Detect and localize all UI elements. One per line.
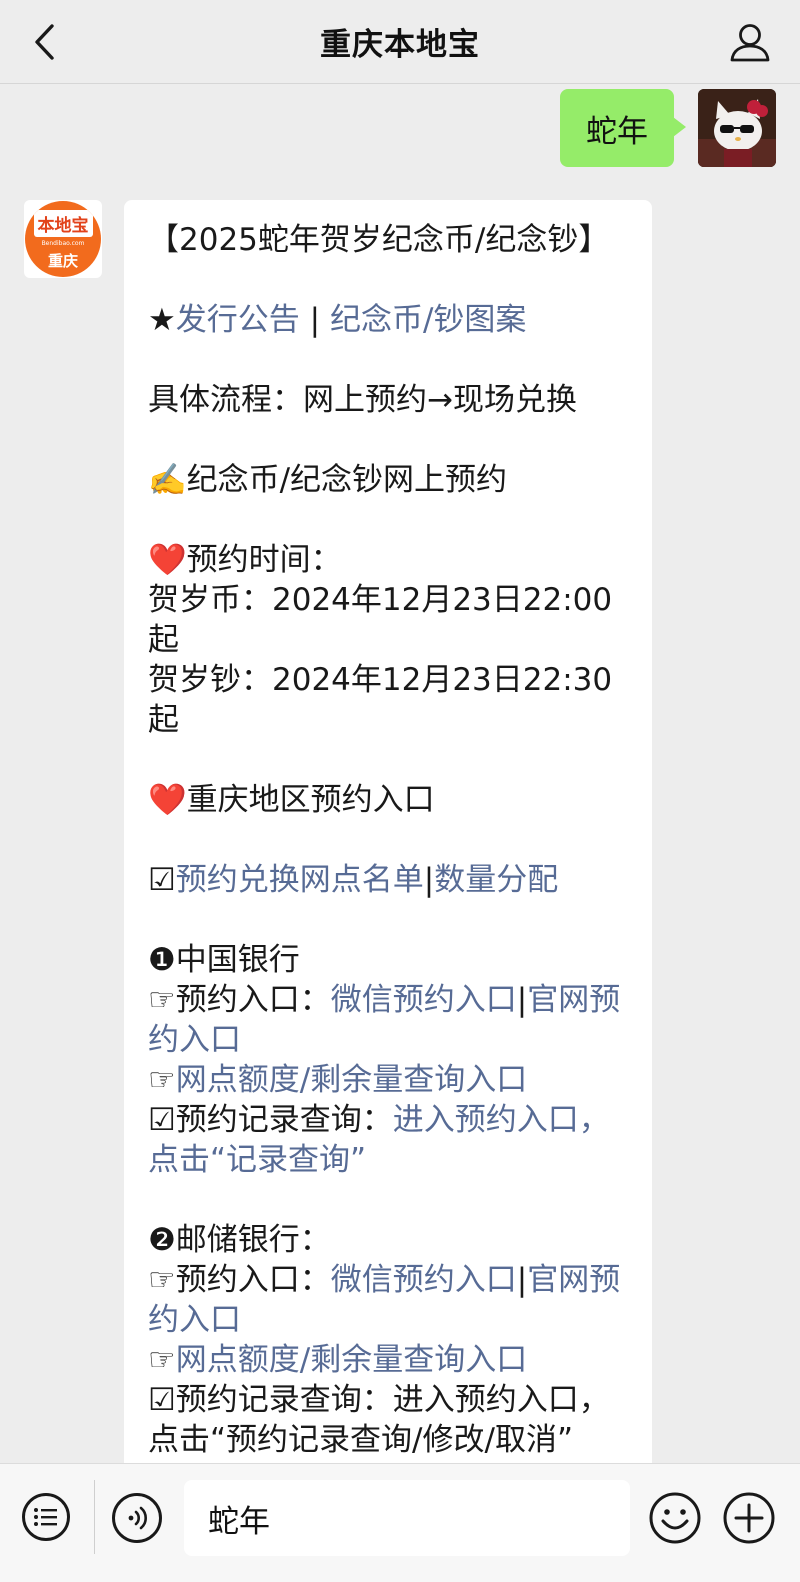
entry-label: ☞预约入口： <box>148 982 331 1018</box>
entry-label: ☞预约入口： <box>148 1262 331 1298</box>
psbc-quota-link[interactable]: 网点额度/剩余量查询入口 <box>176 1342 527 1378</box>
process-line: 具体流程：网上预约→现场兑换 <box>148 382 577 418</box>
message-title: 【2025蛇年贺岁纪念币/纪念钞】 <box>148 222 610 258</box>
star-mark: ★ <box>148 302 176 338</box>
outlet-list-link[interactable]: 预约兑换网点名单 <box>176 862 424 898</box>
outgoing-message: 蛇年 <box>560 89 776 167</box>
message-input[interactable]: 蛇年 <box>184 1480 630 1556</box>
incoming-bubble: 【2025蛇年贺岁纪念币/纪念钞】 ★发行公告 | 纪念币/钞图案 具体流程：网… <box>124 200 652 1463</box>
announcement-line: ★发行公告 | 纪念币/钞图案 <box>148 300 632 340</box>
chongqing-entry-heading: ❤️重庆地区预约入口 <box>148 782 435 818</box>
voice-button[interactable] <box>112 1493 162 1543</box>
boc-quota-link[interactable]: 网点额度/剩余量查询入口 <box>176 1062 527 1098</box>
nav-bar: 重庆本地宝 <box>0 0 800 84</box>
menu-toggle-button[interactable] <box>22 1493 70 1541</box>
input-toolbar: 蛇年 <box>0 1463 800 1582</box>
psbc-quota-line: ☞网点额度/剩余量查询入口 <box>148 1340 632 1380</box>
announcement-link[interactable]: 发行公告 <box>176 302 300 338</box>
boc-entry-line: ☞预约入口：微信预约入口|官网预约入口 <box>148 980 632 1060</box>
back-button[interactable] <box>26 22 62 62</box>
separator: | <box>516 982 528 1018</box>
boc-quota-line: ☞网点额度/剩余量查询入口 <box>148 1060 632 1100</box>
separator: | <box>423 862 435 898</box>
psbc-wechat-link[interactable]: 微信预约入口 <box>331 1262 517 1298</box>
outgoing-bubble[interactable]: 蛇年 <box>560 89 686 167</box>
psbc-entry-line: ☞预约入口：微信预约入口|官网预约入口 <box>148 1260 632 1340</box>
profile-button[interactable] <box>728 20 772 64</box>
quota-allocation-link[interactable]: 数量分配 <box>434 862 558 898</box>
outlet-list-line: ☑预约兑换网点名单|数量分配 <box>148 860 632 900</box>
toolbar-divider <box>94 1480 95 1554</box>
boc-heading: ❶中国银行 <box>148 942 300 978</box>
online-booking-heading: ✍️纪念币/纪念钞网上预约 <box>148 462 508 498</box>
logo-text: 本地宝 <box>33 209 93 237</box>
boc-wechat-link[interactable]: 微信预约入口 <box>331 982 517 1018</box>
list-menu-icon <box>34 1508 57 1526</box>
smiley-icon <box>649 1492 701 1544</box>
psbc-heading: ❷邮储银行： <box>148 1222 331 1258</box>
incoming-message: 本地宝 Bendibao.com 重庆 【2025蛇年贺岁纪念币/纪念钞】 ★发… <box>24 200 652 1463</box>
booking-time-heading: ❤️预约时间： <box>148 542 342 578</box>
checkbox-mark: ☑ <box>148 862 176 898</box>
record-label: ☑预约记录查询： <box>148 1102 393 1138</box>
note-booking-time: 贺岁钞：2024年12月23日22:30起 <box>148 662 613 738</box>
separator: | <box>299 302 330 338</box>
bendibao-logo: 本地宝 Bendibao.com 重庆 <box>25 201 101 277</box>
kitty-avatar-image <box>698 89 776 167</box>
message-list[interactable]: 蛇年 本地宝 Bendibao.com 重庆 【2025蛇年贺岁纪念币/纪念钞】… <box>0 85 800 1463</box>
hand-mark: ☞ <box>148 1062 176 1098</box>
logo-url: Bendibao.com <box>41 239 85 247</box>
separator: | <box>516 1262 528 1298</box>
person-icon <box>730 24 770 62</box>
chevron-left-icon <box>35 24 54 60</box>
plus-icon <box>723 1492 775 1544</box>
psbc-record-line: ☑预约记录查询：进入预约入口，点击“预约记录查询/修改/取消” <box>148 1382 610 1458</box>
more-button[interactable] <box>722 1491 776 1545</box>
coin-booking-time: 贺岁币：2024年12月23日22:00起 <box>148 582 613 658</box>
boc-record-line: ☑预约记录查询：进入预约入口，点击“记录查询” <box>148 1100 632 1180</box>
official-account-avatar[interactable]: 本地宝 Bendibao.com 重庆 <box>24 200 102 278</box>
logo-city: 重庆 <box>47 251 78 270</box>
user-avatar[interactable] <box>698 89 776 167</box>
emoji-button[interactable] <box>648 1491 702 1545</box>
voice-icon <box>128 1506 147 1530</box>
chat-title: 重庆本地宝 <box>320 27 480 63</box>
design-link[interactable]: 纪念币/钞图案 <box>330 302 526 338</box>
hand-mark: ☞ <box>148 1342 176 1378</box>
